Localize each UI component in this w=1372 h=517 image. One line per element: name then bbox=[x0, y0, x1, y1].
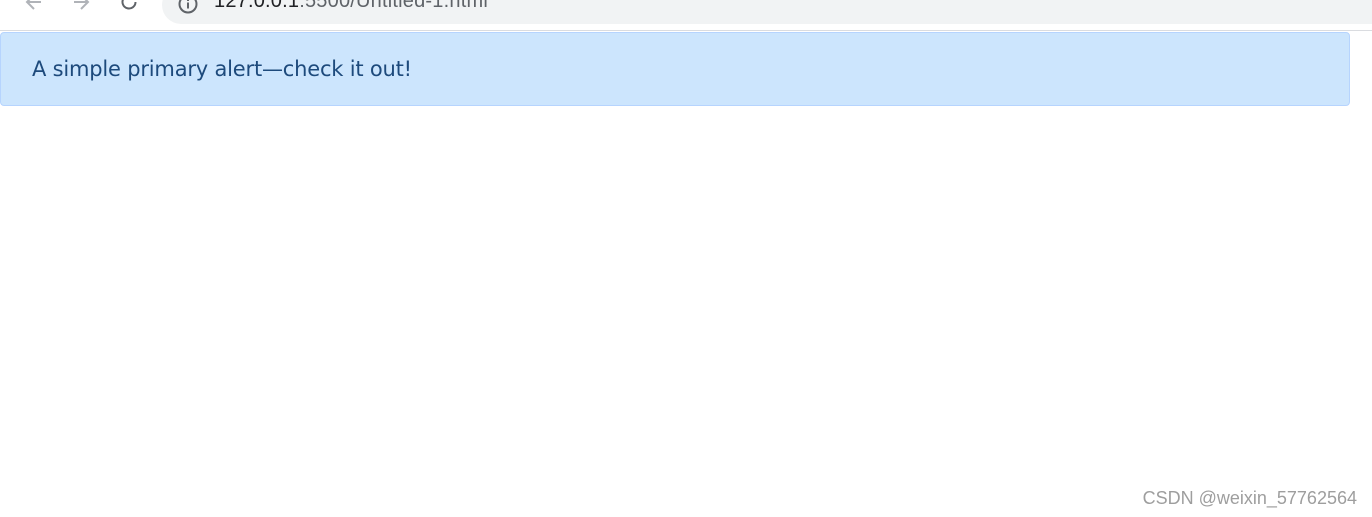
reload-icon bbox=[121, 0, 137, 10]
url-host: 127.0.0.1 bbox=[214, 0, 300, 12]
alert-text: A simple primary alert—check it out! bbox=[32, 57, 412, 81]
info-icon[interactable] bbox=[177, 0, 199, 15]
arrow-left-icon bbox=[25, 0, 41, 10]
reload-button[interactable] bbox=[113, 0, 145, 18]
back-button[interactable] bbox=[18, 0, 50, 18]
watermark: CSDN @weixin_57762564 bbox=[1142, 488, 1357, 508]
address-bar[interactable]: 127.0.0.1:5500/Untitled-1.html bbox=[162, 0, 1372, 24]
url-path: :5500/Untitled-1.html bbox=[299, 0, 488, 12]
browser-toolbar: 127.0.0.1:5500/Untitled-1.html bbox=[0, 0, 1372, 31]
arrow-right-icon bbox=[74, 0, 90, 10]
url-text[interactable]: 127.0.0.1:5500/Untitled-1.html bbox=[214, 0, 488, 14]
forward-button[interactable] bbox=[65, 0, 97, 18]
primary-alert: A simple primary alert—check it out! bbox=[0, 32, 1350, 106]
